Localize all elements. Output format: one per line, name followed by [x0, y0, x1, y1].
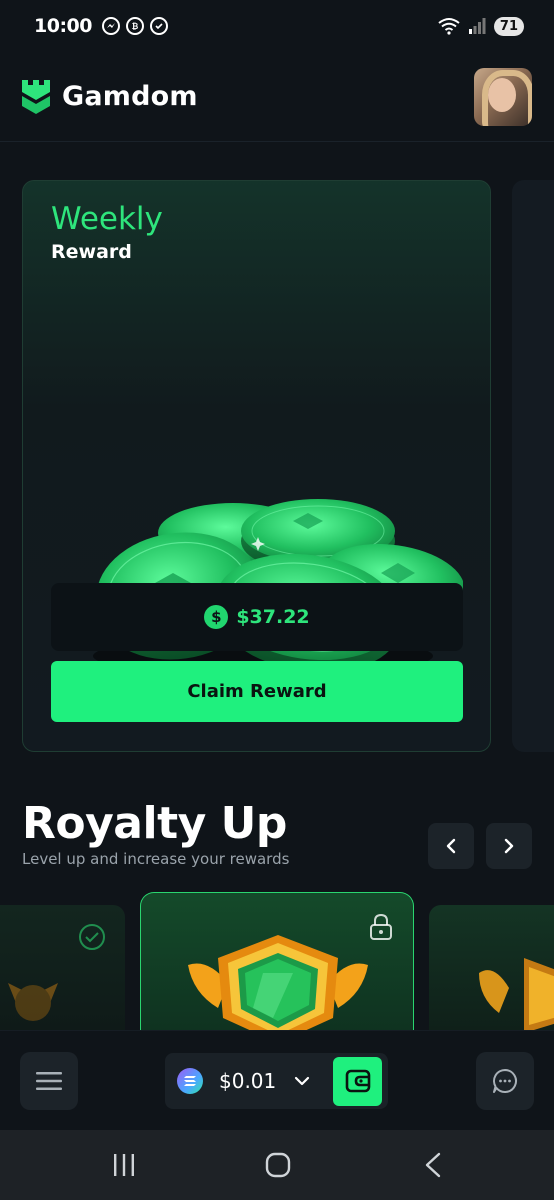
- currency-icon: ₿: [125, 17, 144, 35]
- check-circle-icon: [79, 924, 105, 950]
- notification-icons: ₿: [101, 17, 168, 35]
- tier-card-current[interactable]: [140, 892, 414, 1032]
- castle-logo-icon: [22, 79, 50, 114]
- royalty-subtitle: Level up and increase your rewards: [22, 850, 290, 868]
- reward-title: Weekly: [51, 201, 163, 237]
- weekly-reward-card: Weekly Reward $ $37.22 Claim Reward: [22, 180, 491, 752]
- chat-button[interactable]: [476, 1052, 534, 1110]
- solana-icon: [177, 1068, 203, 1094]
- status-right: 71: [438, 16, 524, 36]
- app-header: Gamdom: [0, 52, 554, 142]
- battery-indicator: 71: [493, 16, 524, 36]
- recent-apps-icon[interactable]: [112, 1152, 136, 1178]
- brand-name: Gamdom: [62, 81, 198, 112]
- avatar[interactable]: [474, 67, 532, 126]
- reward-subtitle: Reward: [51, 241, 132, 263]
- menu-button[interactable]: [20, 1052, 78, 1110]
- brand-logo[interactable]: Gamdom: [20, 78, 198, 116]
- dollar-icon: $: [204, 605, 229, 629]
- system-nav-bar: [0, 1130, 554, 1200]
- carousel-next-button[interactable]: [486, 823, 532, 869]
- home-icon[interactable]: [265, 1152, 291, 1178]
- wallet-button[interactable]: [333, 1056, 382, 1106]
- signal-icon: [468, 18, 486, 34]
- claim-reward-button[interactable]: Claim Reward: [51, 661, 463, 722]
- tier-badge-icon: [479, 958, 554, 1030]
- wifi-icon: [438, 18, 460, 35]
- chevron-left-icon: [446, 838, 456, 854]
- status-time: 10:00: [34, 15, 92, 37]
- wallet-balance: $0.01: [219, 1069, 277, 1093]
- chevron-right-icon: [504, 838, 514, 854]
- bottom-bar: $0.01: [0, 1030, 554, 1130]
- hamburger-menu-icon: [36, 1072, 62, 1090]
- chat-bubble-icon: [493, 1069, 517, 1093]
- chevron-down-icon[interactable]: [294, 1076, 310, 1086]
- tier-card-completed[interactable]: [0, 905, 125, 1030]
- messenger-icon: [101, 17, 120, 35]
- tier-card-next[interactable]: [429, 905, 554, 1030]
- carousel-prev-button[interactable]: [428, 823, 474, 869]
- next-reward-card-peek[interactable]: [512, 180, 554, 752]
- check-circle-icon: [149, 17, 168, 35]
- back-icon[interactable]: [424, 1152, 442, 1178]
- emerald-badge-icon: [188, 935, 368, 1032]
- status-bar: 10:00 ₿ 71: [0, 0, 554, 52]
- balance-selector[interactable]: $0.01: [165, 1053, 388, 1109]
- royalty-title: Royalty Up: [22, 798, 287, 849]
- tier-badge-icon: [8, 983, 58, 1021]
- wallet-icon: [345, 1069, 370, 1093]
- svg-text:₿: ₿: [132, 22, 139, 31]
- reward-amount-box: $ $37.22: [51, 583, 463, 651]
- reward-amount: $37.22: [236, 606, 310, 628]
